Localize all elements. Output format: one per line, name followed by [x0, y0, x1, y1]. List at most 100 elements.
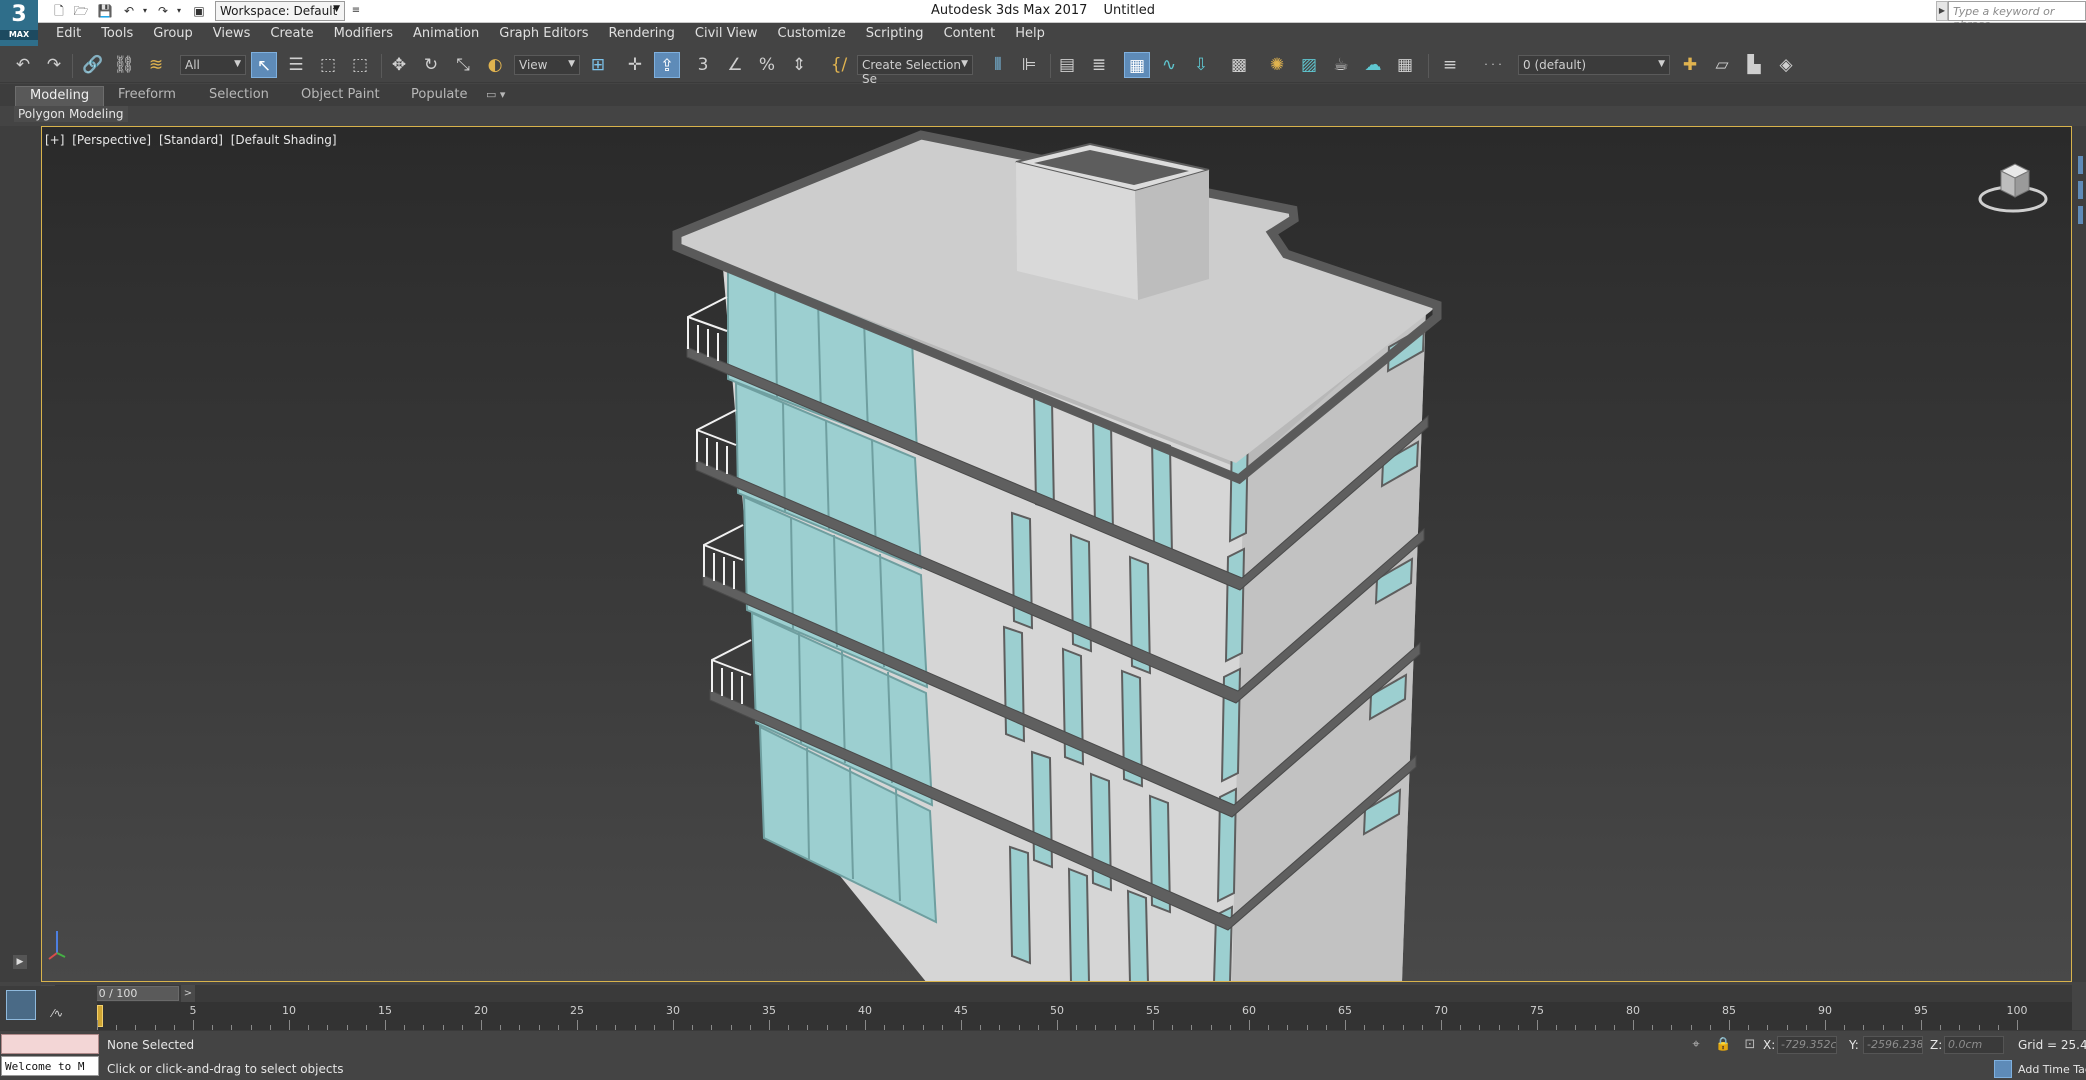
viewport-general-menu[interactable]: [+]	[45, 133, 64, 147]
keyboard-shortcut-override-icon[interactable]: ⇪	[654, 52, 680, 78]
angle-snap-icon[interactable]: ∠	[722, 52, 748, 78]
move-icon[interactable]: ✥	[386, 52, 412, 78]
add-time-tag-button[interactable]: Add Time Tag	[2018, 1063, 2086, 1076]
main-toolbar: ↶ ↷ 🔗 ⛓ ≋ All ▼ ↖ ☰ ⬚ ⬚ ✥ ↻ ⤡ ◐ View ▼ ⊞…	[0, 46, 2086, 86]
unlink-icon[interactable]: ⛓	[111, 52, 137, 78]
mirror-icon[interactable]: ⫴	[985, 52, 1011, 78]
select-manipulate-icon[interactable]: ✛	[622, 52, 648, 78]
a360-gallery-icon[interactable]: ▦	[1392, 52, 1418, 78]
rendered-frame-window-icon[interactable]: ▨	[1296, 52, 1322, 78]
app-title: Autodesk 3ds Max 2017	[931, 3, 1088, 18]
viewport-preset-menu[interactable]: [Standard]	[159, 133, 223, 147]
scene-explorer-icon[interactable]: ▤	[1054, 52, 1080, 78]
building-model[interactable]	[42, 127, 2072, 982]
search-input[interactable]: Type a keyword or phrase	[1948, 1, 2086, 31]
viewport-label-menu[interactable]: [+] [Perspective] [Standard] [Default Sh…	[45, 133, 341, 147]
next-frame-icon[interactable]: >	[181, 985, 195, 1002]
menu-animation[interactable]: Animation	[403, 23, 489, 46]
edit-named-selections-icon[interactable]: {/	[826, 52, 852, 78]
menu-tools[interactable]: Tools	[91, 23, 143, 46]
menu-content[interactable]: Content	[934, 23, 1006, 46]
menu-scripting[interactable]: Scripting	[856, 23, 934, 46]
create-new-layer-icon[interactable]: ✚	[1677, 52, 1703, 78]
ribbon-options-icon[interactable]: ▭ ▾	[480, 86, 511, 106]
panel-tab[interactable]	[2078, 156, 2083, 174]
panel-tab[interactable]	[2078, 181, 2083, 199]
menu-edit[interactable]: Edit	[46, 23, 91, 46]
time-tag-icon[interactable]	[1994, 1060, 2012, 1078]
menu-civil-view[interactable]: Civil View	[685, 23, 768, 46]
menu-help[interactable]: Help	[1005, 23, 1055, 46]
percent-snap-icon[interactable]: %	[754, 52, 780, 78]
undo-icon[interactable]: ↶	[10, 52, 36, 78]
selection-filter-dropdown[interactable]: All ▼	[180, 55, 246, 75]
absolute-mode-transform-icon[interactable]: ⊡	[1742, 1037, 1758, 1053]
tab-selection[interactable]: Selection	[195, 86, 283, 106]
selection-lock-icon[interactable]: 🔒	[1715, 1037, 1731, 1053]
select-in-layer-icon[interactable]: ▙	[1741, 52, 1767, 78]
tab-populate[interactable]: Populate	[397, 86, 482, 106]
time-slider[interactable]: < 0 / 100 >	[41, 985, 2072, 1002]
menu-modifiers[interactable]: Modifiers	[324, 23, 403, 46]
layer-manager-icon[interactable]: ≡	[1437, 52, 1463, 78]
viewport-shading-menu[interactable]: [Default Shading]	[231, 133, 337, 147]
maxscript-listener-input[interactable]	[1, 1034, 99, 1054]
trackbar[interactable]: 5 10 15 20 25 30 35 40 45 50 55 60 65 70 75 80 85 90 95 100	[97, 1002, 2072, 1030]
reference-coordinate-dropdown[interactable]: View ▼	[514, 55, 580, 75]
trackbar-tick	[1345, 1020, 1346, 1030]
isolate-selection-icon[interactable]: ⌖	[1688, 1037, 1704, 1053]
maxscript-listener-output[interactable]: Welcome to M	[1, 1056, 99, 1076]
select-by-name-icon[interactable]: ☰	[283, 52, 309, 78]
mini-curve-editor-icon[interactable]	[6, 990, 36, 1020]
layer-visibility-icons[interactable]: · · ·	[1469, 52, 1517, 78]
menu-group[interactable]: Group	[143, 23, 203, 46]
layer-dropdown[interactable]: 0 (default) ▼	[1518, 55, 1670, 75]
z-coordinate-field[interactable]: 0.0cm	[1944, 1036, 2004, 1054]
bind-space-warp-icon[interactable]: ≋	[143, 52, 169, 78]
menu-customize[interactable]: Customize	[768, 23, 856, 46]
layer-value: 0 (default)	[1523, 58, 1587, 72]
schematic-view-icon[interactable]: ⇩	[1188, 52, 1214, 78]
menu-graph-editors[interactable]: Graph Editors	[489, 23, 598, 46]
render-production-icon[interactable]: ☕	[1328, 52, 1354, 78]
perspective-viewport[interactable]: [+] [Perspective] [Standard] [Default Sh…	[41, 126, 2072, 982]
menu-views[interactable]: Views	[203, 23, 261, 46]
ribbon-panel-label[interactable]: Polygon Modeling	[14, 106, 128, 122]
tab-object-paint[interactable]: Object Paint	[287, 86, 394, 106]
select-object-icon[interactable]: ↖	[251, 52, 277, 78]
link-icon[interactable]: 🔗	[80, 52, 106, 78]
pivot-center-icon[interactable]: ⊞	[585, 52, 611, 78]
search-expand-icon[interactable]: ▶	[1936, 1, 1948, 21]
rotate-icon[interactable]: ↻	[418, 52, 444, 78]
viewport-point-of-view-menu[interactable]: [Perspective]	[72, 133, 151, 147]
y-coordinate-field[interactable]: -2596.238c	[1863, 1036, 1923, 1054]
window-crossing-icon[interactable]: ⬚	[347, 52, 373, 78]
scale-icon[interactable]: ⤡	[450, 52, 476, 78]
place-icon[interactable]: ◐	[482, 52, 508, 78]
material-editor-icon[interactable]: ▩	[1226, 52, 1252, 78]
render-setup-icon[interactable]: ✺	[1264, 52, 1290, 78]
app-menu-button[interactable]: 3 MAX	[0, 0, 38, 46]
render-in-cloud-icon[interactable]: ☁	[1360, 52, 1386, 78]
spinner-snap-icon[interactable]: ⇕	[786, 52, 812, 78]
expand-viewport-layout-icon[interactable]: ▶	[13, 955, 27, 969]
align-icon[interactable]: ⊫	[1016, 52, 1042, 78]
panel-tab[interactable]	[2078, 206, 2083, 224]
menu-rendering[interactable]: Rendering	[599, 23, 685, 46]
tab-modeling[interactable]: Modeling	[15, 86, 105, 106]
trackbar-tick	[385, 1020, 386, 1030]
layer-explorer-icon[interactable]: ≣	[1086, 52, 1112, 78]
curve-editor-icon[interactable]: ∿	[1156, 52, 1182, 78]
viewcube-icon[interactable]	[1977, 157, 2051, 217]
named-selection-dropdown[interactable]: Create Selection Se ▼	[857, 55, 973, 86]
menu-create[interactable]: Create	[260, 23, 323, 46]
open-mini-curve-editor-icon[interactable]: ⁄∿	[52, 1007, 63, 1020]
toggle-ribbon-icon[interactable]: ▦	[1124, 52, 1150, 78]
x-coordinate-field[interactable]: -729.352cm	[1777, 1036, 1837, 1054]
set-current-layer-icon[interactable]: ◈	[1773, 52, 1799, 78]
snaps-toggle-icon[interactable]: 3	[690, 52, 716, 78]
add-to-layer-icon[interactable]: ▱	[1709, 52, 1735, 78]
redo-icon[interactable]: ↷	[41, 52, 67, 78]
rectangular-selection-icon[interactable]: ⬚	[315, 52, 341, 78]
tab-freeform[interactable]: Freeform	[104, 86, 190, 106]
